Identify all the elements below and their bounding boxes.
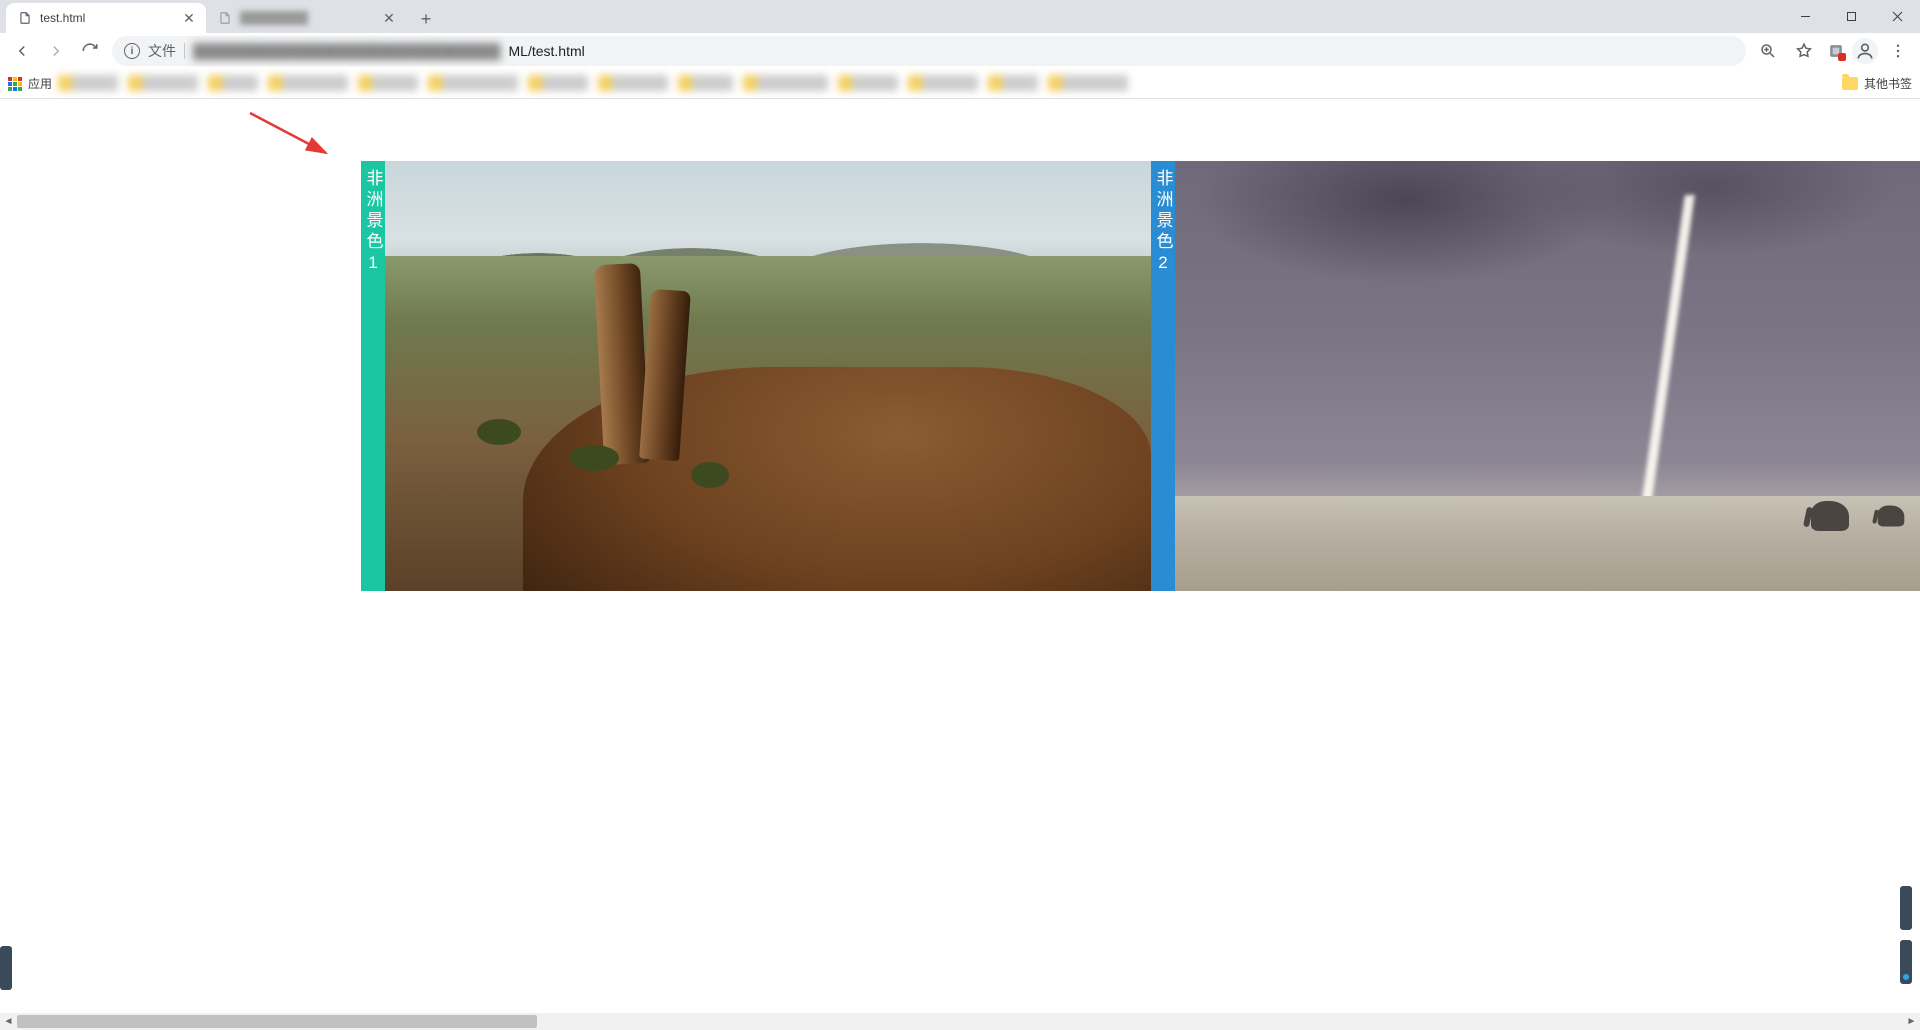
- page-icon: [18, 11, 32, 25]
- other-bookmarks-label: 其他书签: [1864, 75, 1912, 92]
- url-blurred: ███████████████████████████████: [193, 43, 501, 59]
- slide-image-2: [1175, 161, 1920, 591]
- close-icon[interactable]: ✕: [182, 11, 196, 25]
- gallery: 非洲景色1 非洲景色2: [361, 161, 1920, 591]
- slide-1: 非洲景色1: [361, 161, 1151, 591]
- tab-title-blurred: ████████: [240, 11, 376, 25]
- apps-grid-icon[interactable]: [8, 77, 22, 91]
- slide-image-1: [385, 161, 1151, 591]
- maximize-button[interactable]: [1828, 0, 1874, 33]
- page-viewport: 非洲景色1 非洲景色2: [0, 99, 1920, 1030]
- horizontal-scrollbar[interactable]: ◄ ►: [0, 1013, 1920, 1030]
- new-tab-button[interactable]: +: [412, 5, 440, 33]
- back-button[interactable]: [6, 35, 38, 67]
- close-icon[interactable]: ✕: [382, 11, 396, 25]
- browser-toolbar: i 文件 ███████████████████████████████ ML/…: [0, 33, 1920, 69]
- right-edge-handle-top[interactable]: [1900, 886, 1912, 930]
- scroll-left-icon[interactable]: ◄: [0, 1013, 17, 1030]
- scroll-right-icon[interactable]: ►: [1903, 1013, 1920, 1030]
- notification-dot-icon: [1838, 53, 1846, 61]
- scroll-thumb[interactable]: [17, 1015, 537, 1028]
- minimize-button[interactable]: [1782, 0, 1828, 33]
- url-visible-suffix: ML/test.html: [509, 43, 585, 59]
- site-info-icon[interactable]: i: [124, 43, 140, 59]
- bookmarks-blurred: [58, 75, 1836, 93]
- page-icon: [218, 11, 232, 25]
- tab-test-html[interactable]: test.html ✕: [6, 3, 206, 33]
- other-bookmarks[interactable]: 其他书签: [1842, 75, 1912, 92]
- right-edge-handle-bottom[interactable]: [1900, 940, 1912, 984]
- zoom-icon[interactable]: [1752, 35, 1784, 67]
- window-controls: [1782, 0, 1920, 33]
- kebab-menu-icon[interactable]: [1882, 35, 1914, 67]
- toolbar-right-icons: [1752, 35, 1914, 67]
- extension-icon[interactable]: [1824, 39, 1848, 63]
- slide-2: 非洲景色2: [1151, 161, 1920, 591]
- tab-second[interactable]: ████████ ✕: [206, 3, 406, 33]
- slide-tag-2: 非洲景色2: [1151, 161, 1175, 591]
- left-edge-handle[interactable]: [0, 946, 12, 990]
- reload-button[interactable]: [74, 35, 106, 67]
- close-window-button[interactable]: [1874, 0, 1920, 33]
- bookmarks-bar: 应用 其他书签: [0, 69, 1920, 99]
- page-body: 非洲景色1 非洲景色2: [0, 99, 1920, 999]
- scroll-track[interactable]: [17, 1013, 1903, 1030]
- tabs-container: test.html ✕ ████████ ✕ +: [0, 0, 440, 33]
- url-scheme-label: 文件: [148, 41, 176, 61]
- slide-tag-1: 非洲景色1: [361, 161, 385, 591]
- browser-tabstrip: test.html ✕ ████████ ✕ +: [0, 0, 1920, 33]
- address-bar[interactable]: i 文件 ███████████████████████████████ ML/…: [112, 36, 1746, 66]
- profile-avatar-icon[interactable]: [1852, 38, 1878, 64]
- bookmark-star-icon[interactable]: [1788, 35, 1820, 67]
- page-scroll[interactable]: 非洲景色1 非洲景色2: [0, 99, 1920, 1030]
- apps-label[interactable]: 应用: [28, 75, 52, 92]
- tab-title: test.html: [40, 11, 176, 25]
- omnibox-divider: [184, 43, 185, 59]
- folder-icon: [1842, 77, 1858, 90]
- forward-button[interactable]: [40, 35, 72, 67]
